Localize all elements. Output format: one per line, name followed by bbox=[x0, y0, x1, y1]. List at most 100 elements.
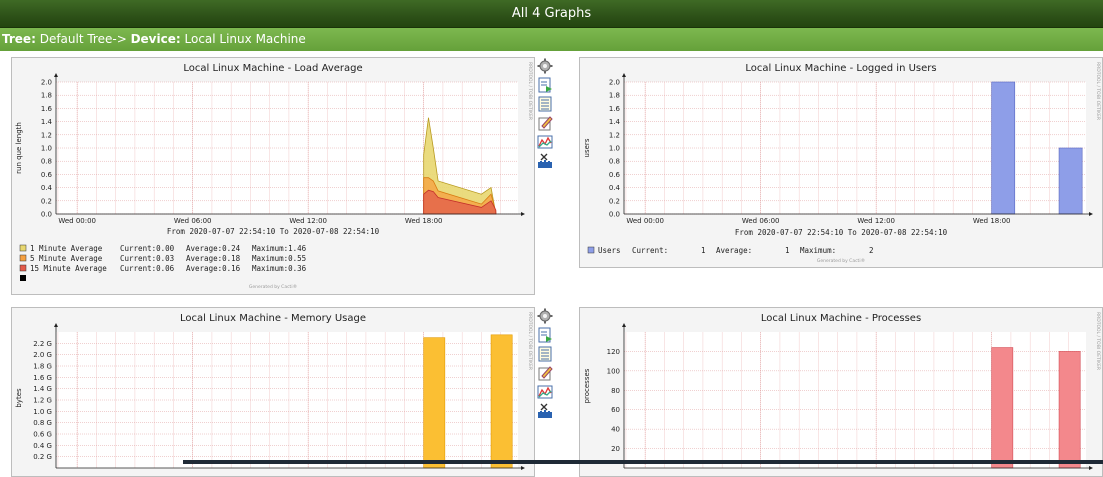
graph-actions bbox=[537, 308, 555, 422]
legend-users-current: Current: bbox=[632, 246, 668, 255]
legend-users-name: Users bbox=[598, 246, 621, 255]
y-axis-arrow bbox=[622, 323, 626, 327]
bar-mark bbox=[991, 81, 1016, 215]
legend-1min-average: Average:0.24 bbox=[186, 244, 241, 253]
y-tick-label: 0.4 bbox=[41, 184, 53, 192]
page-title: All 4 Graphs bbox=[0, 0, 1103, 28]
breadcrumb-tree-link[interactable]: Default Tree-> bbox=[40, 32, 127, 46]
y-tick-label: 0.6 bbox=[609, 171, 621, 179]
y-tick-label: 1.6 bbox=[41, 105, 53, 113]
y-tick-label: 2.0 bbox=[41, 79, 52, 87]
y-tick-label: 0.6 bbox=[41, 171, 53, 179]
x-axis-arrow bbox=[1089, 212, 1093, 216]
bottom-scrollbar[interactable] bbox=[183, 460, 1103, 464]
breadcrumb: Tree: Default Tree-> Device: Local Linux… bbox=[0, 28, 1103, 51]
chart-side-text: RRDTOOL / TOBI OETIKER bbox=[527, 62, 533, 120]
legend: 1 Minute Average Current:0.00 Average:0.… bbox=[19, 244, 307, 281]
x-axis-arrow bbox=[521, 212, 525, 216]
y-tick-label: 0.4 G bbox=[33, 442, 52, 450]
legend-15min-name: 15 Minute Average bbox=[30, 264, 107, 273]
plot-background bbox=[624, 332, 1086, 468]
x-axis-arrow bbox=[1089, 466, 1093, 470]
legend-users-maximum-value: 2 bbox=[869, 246, 874, 255]
chart-ylabel: users bbox=[583, 138, 591, 157]
plot-area: 2.0 1.8 1.6 1.4 1.2 1.0 0.8 0.6 0.4 0.2 0.0 Wed 00:… bbox=[609, 73, 1093, 225]
legend-users-average-value: 1 bbox=[785, 246, 790, 255]
graph-logged-in-users[interactable]: Local Linux Machine - Logged in Users RR… bbox=[579, 57, 1103, 268]
chart-title: Local Linux Machine - Load Average bbox=[183, 63, 362, 74]
breadcrumb-device-label: Device: bbox=[130, 32, 181, 46]
chart-title: Local Linux Machine - Logged in Users bbox=[745, 63, 936, 74]
chart-side-text: RRDTOOL / TOBI OETIKER bbox=[1095, 62, 1101, 120]
realtime-icon[interactable] bbox=[537, 384, 553, 400]
generated-by: Generated by Cacti® bbox=[817, 257, 865, 264]
logged-in-users-chart: Local Linux Machine - Logged in Users RR… bbox=[583, 62, 1101, 264]
realtime-icon[interactable] bbox=[537, 134, 553, 150]
bar-mark bbox=[1058, 147, 1083, 215]
chart-title: Local Linux Machine - Processes bbox=[761, 313, 921, 324]
chart-title: Local Linux Machine - Memory Usage bbox=[180, 313, 366, 324]
legend-users-average: Average: bbox=[716, 246, 752, 255]
y-tick-label: 0.6 G bbox=[33, 431, 52, 439]
gear-icon[interactable] bbox=[537, 58, 553, 74]
y-tick-label: 0.8 G bbox=[33, 419, 52, 427]
csv-export-icon[interactable] bbox=[537, 346, 553, 362]
area-mark bbox=[1058, 351, 1081, 469]
y-tick-label: 60 bbox=[611, 406, 620, 414]
legend-15min-average: Average:0.16 bbox=[186, 264, 241, 273]
zoom-graph-icon[interactable] bbox=[537, 77, 553, 93]
area-mark bbox=[423, 337, 446, 469]
y-tick-label: 1.0 G bbox=[33, 408, 52, 416]
y-tick-label: 20 bbox=[611, 445, 620, 453]
legend-users-current-value: 1 bbox=[701, 246, 706, 255]
y-axis-arrow bbox=[54, 323, 58, 327]
generated-by: Generated by Cacti® bbox=[249, 283, 297, 290]
breadcrumb-tree-label: Tree: bbox=[2, 32, 36, 46]
y-tick-label: 0.2 bbox=[41, 197, 52, 205]
gear-icon[interactable] bbox=[537, 308, 553, 324]
x-tick-label: Wed 06:00 bbox=[174, 217, 212, 225]
y-tick-label: 0.0 bbox=[41, 211, 52, 219]
y-tick-label: 100 bbox=[607, 367, 620, 375]
area-mark bbox=[991, 347, 1014, 469]
legend: Users Current: 1 Average: 1 Maximum: 2 bbox=[587, 246, 874, 255]
legend-15min-maximum: Maximum:0.36 bbox=[252, 264, 307, 273]
x-tick-label: Wed 12:00 bbox=[857, 217, 895, 225]
area-mark bbox=[490, 334, 513, 469]
y-tick-label: 1.8 bbox=[609, 92, 620, 100]
y-tick-label: 1.0 bbox=[609, 145, 620, 153]
legend-5min-maximum: Maximum:0.55 bbox=[252, 254, 306, 263]
graph-load-average[interactable]: Local Linux Machine - Load Average RRDTO… bbox=[11, 57, 535, 295]
csv-export-icon[interactable] bbox=[537, 96, 553, 112]
legend-swatch-users bbox=[587, 246, 595, 254]
settings-icon[interactable] bbox=[537, 403, 553, 419]
y-axis-arrow bbox=[622, 73, 626, 77]
plot-area: 120 100 80 60 40 20 bbox=[607, 323, 1093, 470]
chart-ylabel: run que length bbox=[15, 122, 23, 174]
settings-icon[interactable] bbox=[537, 153, 553, 169]
y-tick-label: 1.0 bbox=[41, 145, 52, 153]
chart-range: From 2020-07-07 22:54:10 To 2020-07-08 2… bbox=[167, 227, 380, 236]
graph-actions bbox=[537, 58, 555, 172]
breadcrumb-device-link[interactable]: Local Linux Machine bbox=[185, 32, 306, 46]
y-tick-label: 120 bbox=[607, 348, 620, 356]
y-tick-label: 1.4 G bbox=[33, 385, 52, 393]
y-axis-arrow bbox=[54, 73, 58, 77]
y-tick-label: 80 bbox=[611, 387, 620, 395]
y-tick-label: 1.4 bbox=[609, 118, 621, 126]
legend-swatch-1min bbox=[19, 244, 27, 252]
x-tick-label: Wed 06:00 bbox=[742, 217, 780, 225]
y-tick-label: 0.2 bbox=[609, 197, 620, 205]
y-tick-label: 2.0 G bbox=[33, 351, 52, 359]
y-tick-label: 0.4 bbox=[609, 184, 621, 192]
edit-graph-icon[interactable] bbox=[537, 365, 553, 381]
y-tick-label: 0.2 G bbox=[33, 453, 52, 461]
zoom-graph-icon[interactable] bbox=[537, 327, 553, 343]
processes-chart: Local Linux Machine - Processes RRDTOOL … bbox=[583, 312, 1101, 470]
graph-memory-usage[interactable]: Local Linux Machine - Memory Usage RRDTO… bbox=[11, 307, 535, 477]
y-tick-label: 2.2 G bbox=[33, 340, 52, 348]
edit-graph-icon[interactable] bbox=[537, 115, 553, 131]
y-tick-label: 1.2 G bbox=[33, 397, 52, 405]
graph-processes[interactable]: Local Linux Machine - Processes RRDTOOL … bbox=[579, 307, 1103, 477]
load-average-chart: Local Linux Machine - Load Average RRDTO… bbox=[15, 62, 533, 290]
